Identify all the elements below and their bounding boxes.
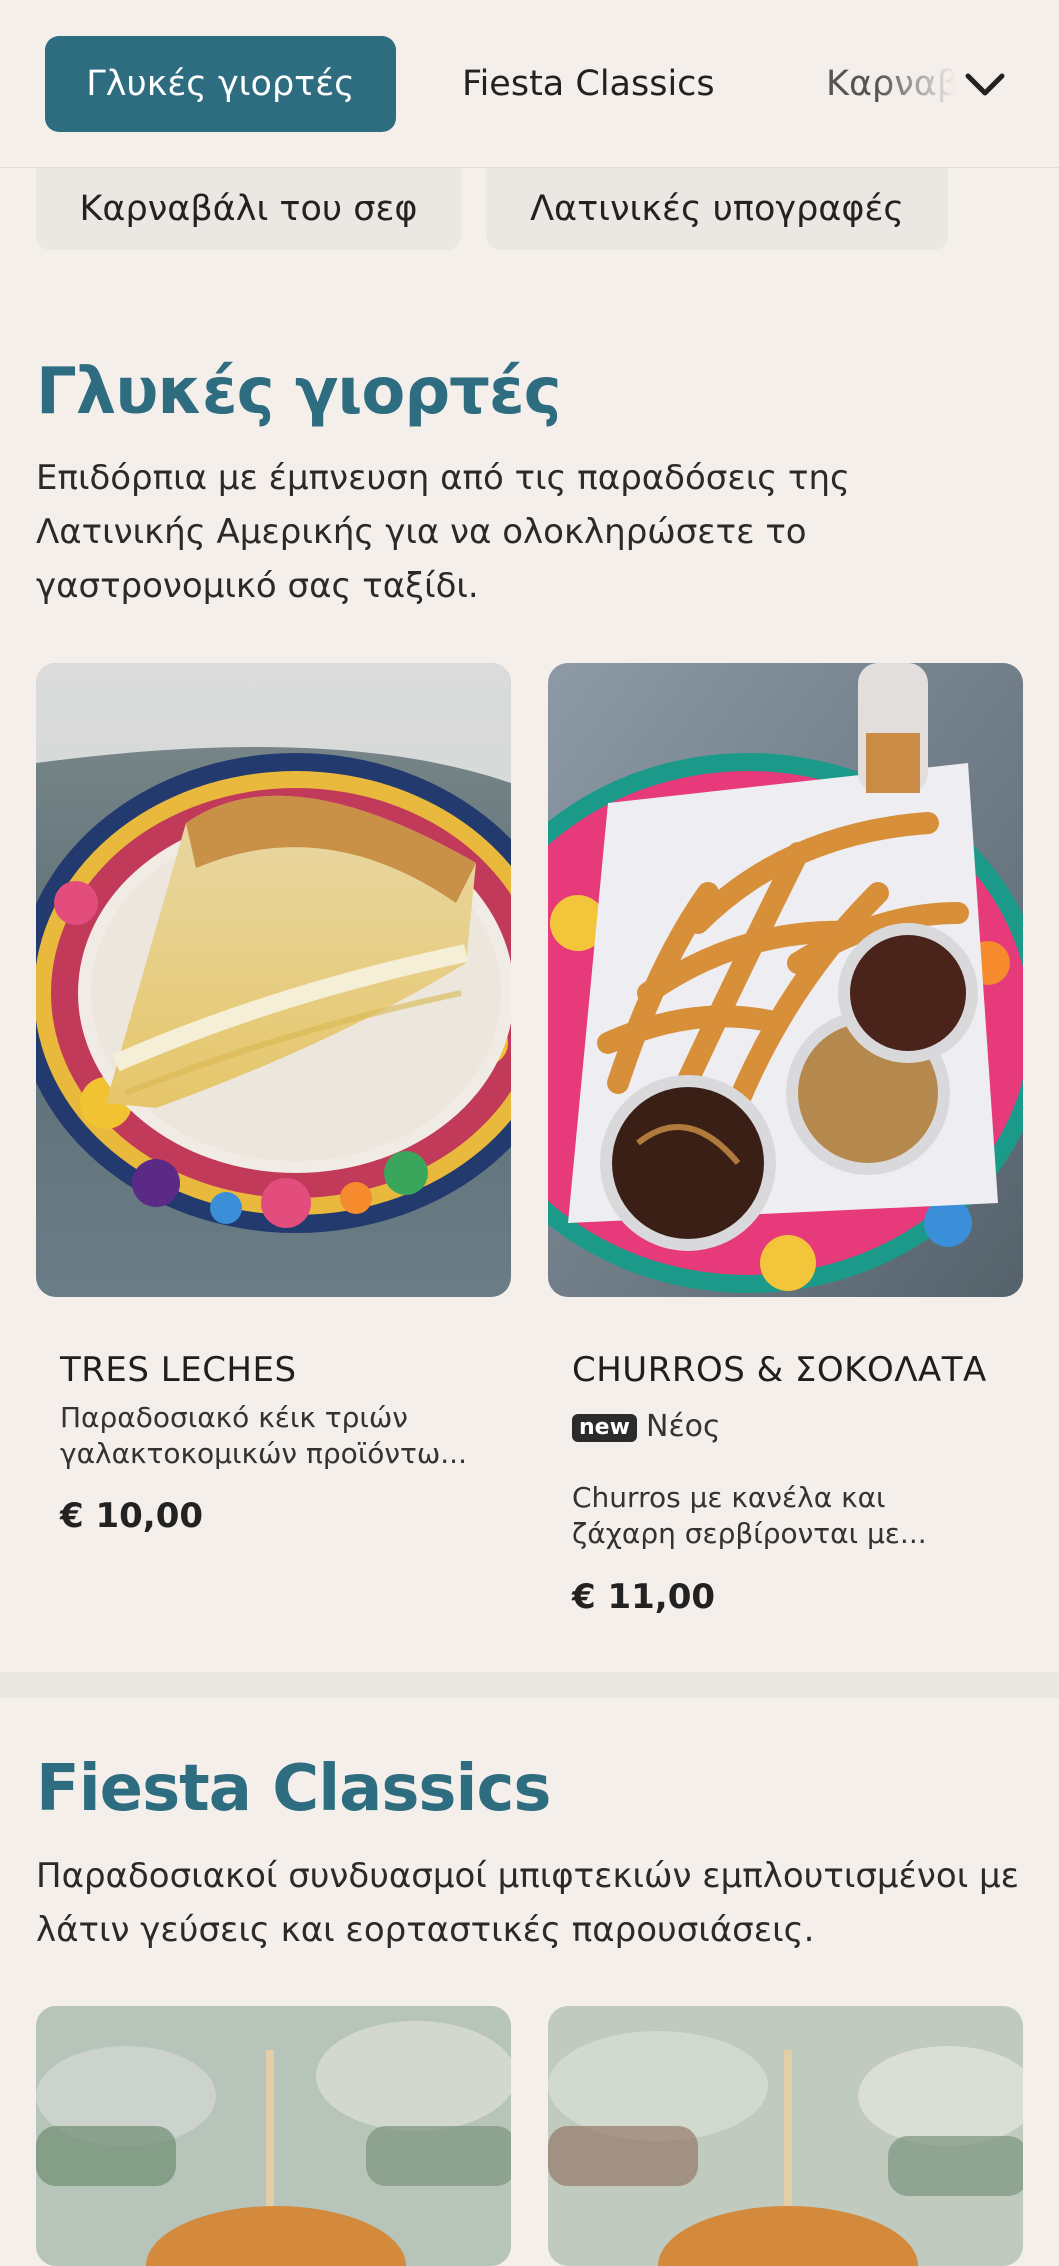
item-price: € 10,00 — [60, 1496, 204, 1536]
tab-chef-carnival[interactable]: Καρναβάλι του σεφ — [826, 36, 956, 132]
tab-fiesta-classics[interactable]: Fiesta Classics — [462, 36, 715, 132]
section-divider — [0, 1672, 1059, 1698]
tres-leches-image[interactable] — [36, 663, 511, 1297]
section-title: Γλυκές γιορτές — [36, 355, 562, 429]
item-price: € 11,00 — [572, 1577, 716, 1617]
section-description: Παραδοσιακοί συνδυασμοί μπιφτεκιών εμπλο… — [36, 1856, 1020, 1950]
burger-image[interactable] — [548, 2006, 1023, 2266]
burger-image[interactable] — [36, 2006, 511, 2266]
section-description: Επιδόρπια με έμπνευση από τις παραδόσεις… — [36, 458, 850, 606]
category-tab-bar: Γλυκές γιορτές Fiesta Classics Καρναβάλι… — [0, 0, 1059, 168]
category-chip-row: Καρναβάλι του σεφ Λατινικές υπογραφές — [0, 168, 1059, 252]
chip-latin-signatures[interactable]: Λατινικές υπογραφές — [486, 168, 948, 250]
section-title: Fiesta Classics — [36, 1752, 551, 1826]
chip-chef-carnival[interactable]: Καρναβάλι του σεφ — [36, 168, 461, 250]
tab-sweet-celebrations[interactable]: Γλυκές γιορτές — [45, 36, 396, 132]
item-name: CHURROS & ΣΟΚΟΛΑΤΑ — [572, 1350, 987, 1390]
chevron-down-icon[interactable] — [960, 60, 1010, 110]
item-description: Churros με κανέλα και ζάχαρη σερβίρονται… — [572, 1481, 927, 1550]
item-name: TRES LECHES — [60, 1350, 297, 1390]
new-badge-label: Νέος — [646, 1409, 721, 1444]
churros-image[interactable] — [548, 663, 1023, 1297]
new-badge: new — [572, 1414, 637, 1442]
item-description: Παραδοσιακό κέικ τριών γαλακτοκομικών πρ… — [60, 1401, 467, 1470]
